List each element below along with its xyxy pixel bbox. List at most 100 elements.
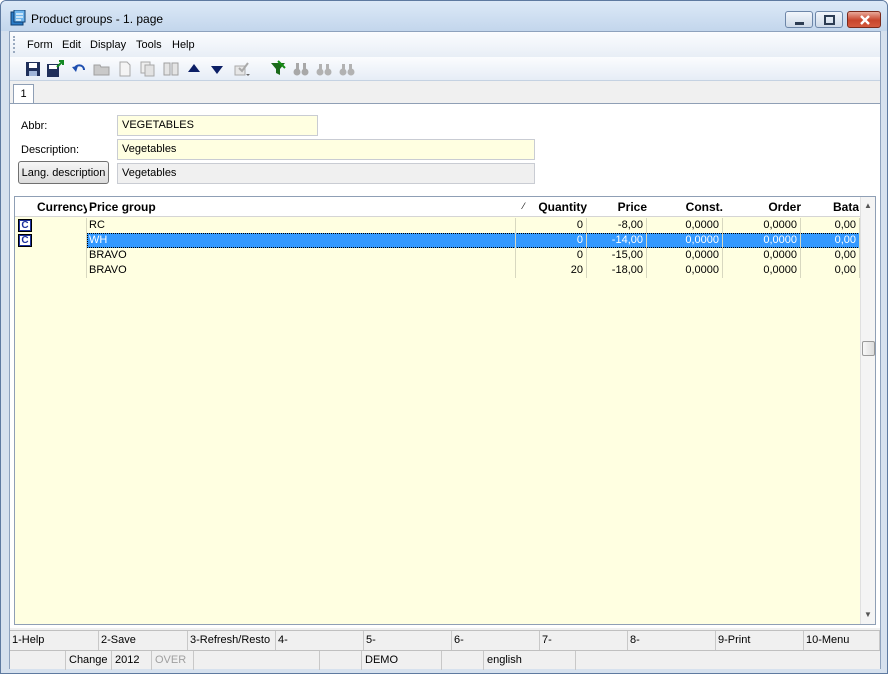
fkey-8[interactable]: 8-	[628, 631, 716, 650]
title-bar[interactable]: Product groups - 1. page	[1, 1, 887, 31]
fkey-save[interactable]: 2-Save	[99, 631, 188, 650]
cell-quantity: 0	[516, 233, 587, 248]
grid-header: Currency Price group Quantity Price Cons…	[15, 197, 860, 217]
minimize-button[interactable]	[785, 11, 813, 28]
col-bata[interactable]: Bata	[801, 200, 859, 214]
status-blank	[10, 651, 66, 670]
cell-order: 0,0000	[723, 263, 801, 278]
find-next-icon[interactable]	[315, 60, 333, 78]
arrow-up-icon[interactable]	[185, 60, 203, 78]
vertical-scrollbar[interactable]: ▲ ▼	[860, 197, 875, 624]
save-icon[interactable]	[24, 60, 42, 78]
cell-currency	[37, 218, 87, 233]
cell-price: -8,00	[587, 218, 647, 233]
function-key-bar: 1-Help 2-Save 3-Refresh/Resto 4- 5- 6- 7…	[10, 630, 880, 650]
table-row[interactable]: BRAVO 20 -18,00 0,0000 0,0000 0,00	[15, 263, 860, 278]
fkey-refresh[interactable]: 3-Refresh/Resto	[188, 631, 276, 650]
menu-help[interactable]: Help	[172, 39, 195, 51]
new-document-icon[interactable]	[116, 60, 134, 78]
table-row[interactable]: C RC 0 -8,00 0,0000 0,0000 0,00	[15, 218, 860, 233]
fkey-menu[interactable]: 10-Menu	[804, 631, 880, 650]
cell-price: -14,00	[587, 233, 647, 248]
cell-quantity: 0	[516, 218, 587, 233]
cell-price: -18,00	[587, 263, 647, 278]
status-bar: Change 2012 OVER DEMO english	[10, 650, 880, 670]
arrow-down-icon[interactable]	[208, 60, 226, 78]
currency-icon: C	[18, 234, 32, 247]
tab-page-content: Abbr: VEGETABLES Description: Vegetables…	[10, 103, 880, 628]
status-language: english	[484, 651, 576, 670]
abbr-label: Abbr:	[21, 120, 48, 132]
scroll-thumb[interactable]	[862, 341, 875, 356]
cell-bata: 0,00	[801, 248, 860, 263]
form-client-area: Form Edit Display Tools Help 1 Abbr: VEG…	[9, 31, 881, 670]
fkey-6[interactable]: 6-	[452, 631, 540, 650]
check-icon[interactable]	[233, 60, 251, 78]
tab-page-1[interactable]: 1	[13, 84, 34, 105]
menu-display[interactable]: Display	[90, 39, 126, 51]
cell-price: -15,00	[587, 248, 647, 263]
find-prev-icon[interactable]	[338, 60, 356, 78]
cell-quantity: 20	[516, 263, 587, 278]
cell-quantity: 0	[516, 248, 587, 263]
cell-currency	[37, 233, 87, 248]
col-const[interactable]: Const.	[647, 200, 723, 214]
status-blank-4	[442, 651, 484, 670]
menu-edit[interactable]: Edit	[62, 39, 81, 51]
cell-const: 0,0000	[647, 248, 723, 263]
fkey-print[interactable]: 9-Print	[716, 631, 804, 650]
col-quantity[interactable]: Quantity	[520, 200, 587, 214]
description-label: Description:	[21, 144, 80, 156]
cell-order: 0,0000	[723, 218, 801, 233]
cell-price-group: BRAVO	[87, 248, 516, 263]
binoculars-icon[interactable]	[292, 60, 310, 78]
fkey-7[interactable]: 7-	[540, 631, 628, 650]
table-row-selected[interactable]: C WH 0 -14,00 0,0000 0,0000 0,00	[15, 233, 860, 248]
status-mode: Change	[66, 651, 112, 670]
col-currency[interactable]: Currency	[37, 200, 87, 214]
status-database: DEMO	[362, 651, 442, 670]
status-blank-3	[320, 651, 362, 670]
col-price[interactable]: Price	[587, 200, 647, 214]
copy-icon[interactable]	[139, 60, 157, 78]
save-close-icon[interactable]	[46, 60, 64, 78]
app-icon	[10, 9, 26, 26]
scroll-up-icon[interactable]: ▲	[864, 201, 872, 210]
menu-tools[interactable]: Tools	[136, 39, 162, 51]
cell-price-group: BRAVO	[87, 263, 516, 278]
lang-description-button[interactable]: Lang. description	[18, 161, 109, 184]
status-blank-2	[194, 651, 320, 670]
open-folder-icon[interactable]	[93, 60, 111, 78]
description-field[interactable]: Vegetables	[117, 139, 535, 160]
cell-currency	[37, 248, 87, 263]
cell-const: 0,0000	[647, 263, 723, 278]
cell-price-group: RC	[87, 218, 516, 233]
status-over: OVER	[152, 651, 194, 670]
cell-currency	[37, 263, 87, 278]
cell-price-group: WH	[87, 233, 516, 248]
tab-strip: 1	[10, 82, 880, 105]
fkey-4[interactable]: 4-	[276, 631, 364, 650]
menu-form[interactable]: Form	[27, 39, 53, 51]
filter-icon[interactable]	[269, 60, 287, 78]
cell-order: 0,0000	[723, 248, 801, 263]
col-order[interactable]: Order	[723, 200, 801, 214]
col-price-group[interactable]: Price group	[89, 200, 389, 214]
scroll-down-icon[interactable]: ▼	[864, 610, 872, 619]
restore-button[interactable]	[815, 11, 843, 28]
cell-bata: 0,00	[801, 218, 860, 233]
fkey-5[interactable]: 5-	[364, 631, 452, 650]
cell-const: 0,0000	[647, 218, 723, 233]
menu-bar: Form Edit Display Tools Help	[10, 32, 880, 57]
table-row[interactable]: BRAVO 0 -15,00 0,0000 0,0000 0,00	[15, 248, 860, 263]
close-button[interactable]	[847, 11, 881, 28]
abbr-field[interactable]: VEGETABLES	[117, 115, 318, 136]
book-icon[interactable]	[162, 60, 180, 78]
undo-icon[interactable]	[70, 60, 88, 78]
fkey-help[interactable]: 1-Help	[10, 631, 99, 650]
status-year: 2012	[112, 651, 152, 670]
lang-description-field: Vegetables	[117, 163, 535, 184]
menu-grip[interactable]	[13, 36, 16, 53]
cell-const: 0,0000	[647, 233, 723, 248]
app-window: Product groups - 1. page Form Edit Displ…	[0, 0, 888, 674]
